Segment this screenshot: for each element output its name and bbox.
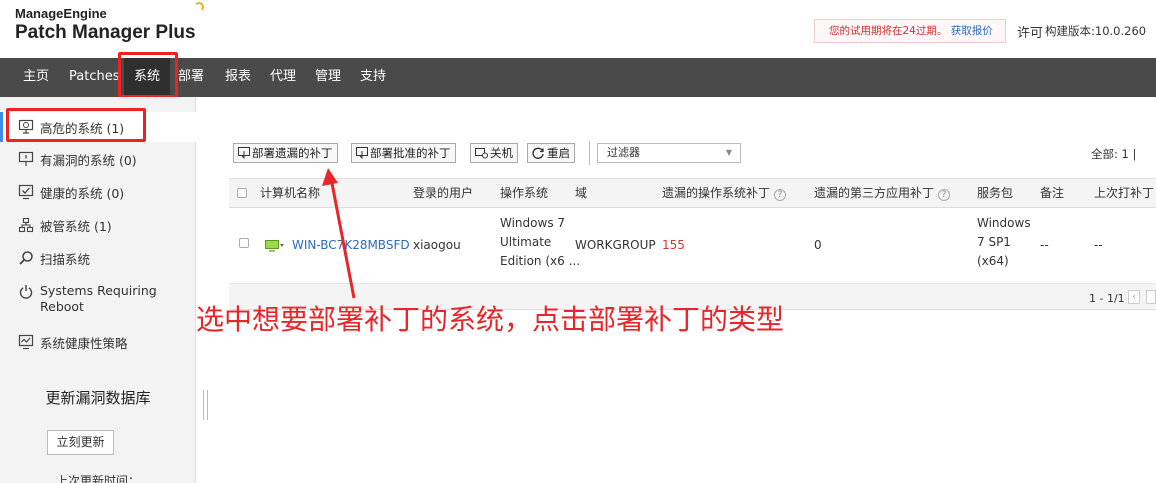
annotation-text: 选中想要部署补丁的系统，点击部署补丁的类型 xyxy=(196,303,785,336)
annotation-arrow xyxy=(322,168,356,299)
